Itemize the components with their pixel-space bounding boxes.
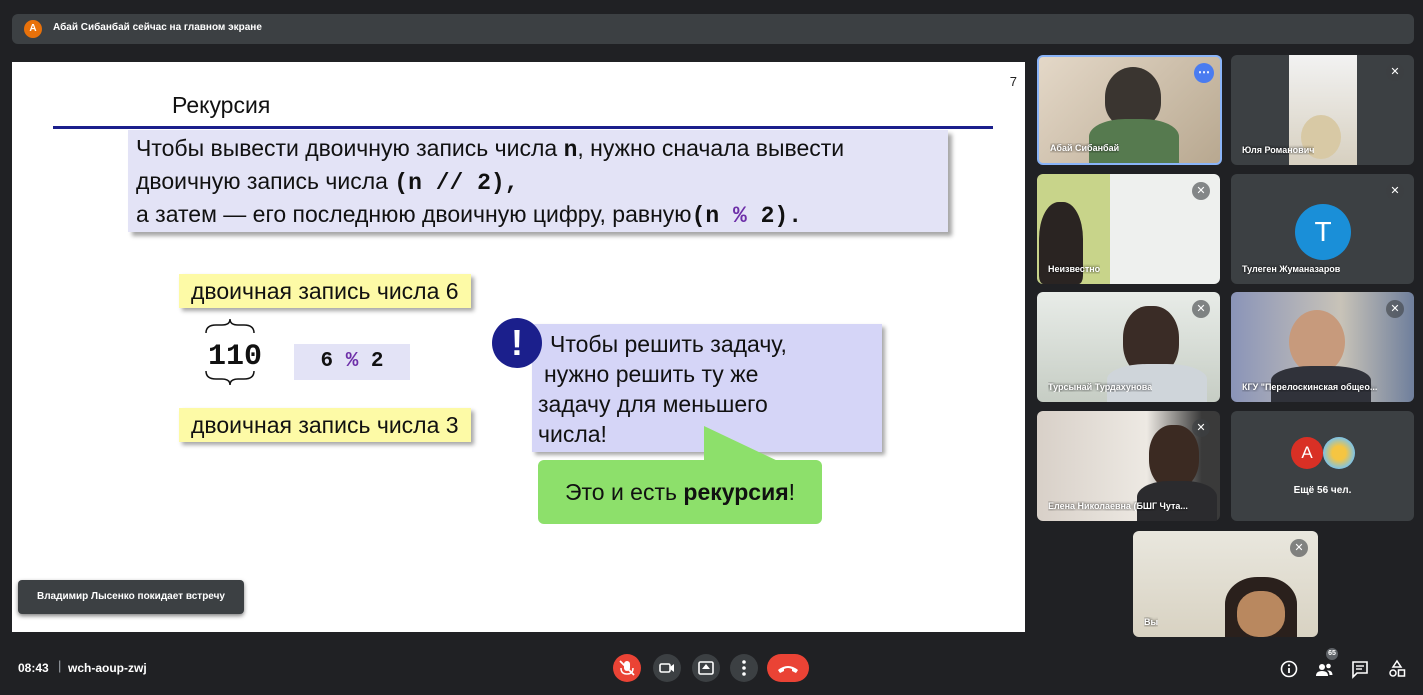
recursion-text: ! (788, 479, 796, 505)
mic-off-icon: ✕ (1192, 182, 1210, 200)
mic-off-icon: ✕ (1386, 300, 1404, 318)
rule-box: Чтобы вывести двоичную запись числа n, н… (128, 130, 948, 232)
title-underline (53, 126, 993, 129)
presented-slide: 7 Рекурсия Чтобы вывести двоичную запись… (12, 62, 1025, 632)
participant-tile[interactable]: ✕ Турсынай Турдахунова (1037, 292, 1220, 402)
recursion-word: рекурсия (683, 479, 789, 505)
participant-tile[interactable]: ✕ Неизвестно (1037, 174, 1220, 284)
callout-line-1: Чтобы решить задачу, (550, 331, 787, 357)
presenter-avatar: А (24, 20, 42, 38)
mic-off-icon (619, 660, 635, 676)
rule-text: Чтобы вывести двоичную запись числа (136, 135, 564, 161)
participant-avatar: А (1291, 437, 1323, 469)
present-icon (698, 661, 714, 675)
self-view-tile[interactable]: ✕ Вы (1133, 531, 1318, 637)
rule-text: . (788, 203, 803, 229)
activities-button[interactable] (1386, 658, 1408, 680)
more-icon (742, 660, 746, 676)
camera-icon (659, 663, 674, 673)
mic-toggle-button[interactable] (613, 654, 641, 682)
presentation-banner-text: Абай Сибанбай сейчас на главном экране (53, 22, 262, 33)
exclamation-icon: ! (492, 318, 542, 368)
rule-text: двоичную запись числа (136, 168, 395, 194)
callout-line-2: нужно решить ту же (544, 361, 759, 387)
slide-number: 7 (1009, 74, 1017, 89)
more-participants-label: Ещё 56 чел. (1293, 485, 1352, 496)
participant-tile[interactable]: ✕ КГУ "Перелоскинская общео... (1231, 292, 1414, 402)
participant-tile[interactable]: ⋯ Абай Сибанбай (1037, 55, 1222, 165)
participant-name: КГУ "Перелоскинская общео... (1242, 382, 1378, 392)
people-icon (1316, 663, 1333, 676)
label-binary-six: двоичная запись числа 6 (179, 274, 471, 308)
participant-name: Вы (1144, 617, 1159, 627)
rule-text: , нужно сначала вывести (577, 135, 845, 161)
callout-line-3: задачу для меньшего (538, 391, 768, 417)
label-binary-three: двоичная запись числа 3 (179, 408, 471, 442)
mod-expression: 6 % 2 (294, 344, 410, 380)
participant-video (1105, 67, 1161, 127)
activities-icon (1389, 659, 1406, 677)
camera-toggle-button[interactable] (653, 654, 681, 682)
participant-avatar-image (1323, 437, 1355, 469)
rule-line-3: а затем — его последнюю двоичную цифру, … (128, 199, 948, 232)
mic-off-icon: ✕ (1386, 63, 1404, 81)
code-n-div-2: (n // 2) (394, 170, 505, 196)
code-percent: % (732, 203, 747, 229)
recursion-text: Это и есть (564, 479, 684, 505)
mic-off-icon: ✕ (1290, 539, 1308, 557)
chat-button[interactable] (1349, 658, 1371, 680)
leave-notification: Владимир Лысенко покидает встречу (18, 580, 244, 614)
recursion-box: Это и есть рекурсия! (538, 460, 822, 524)
meeting-code: wch-aoup-zwj (68, 661, 147, 675)
participant-video (1289, 310, 1345, 374)
participant-name: Юля Романович (1242, 145, 1315, 155)
footer-divider: | (58, 658, 62, 673)
meeting-time: 08:43 (18, 661, 49, 675)
mod-text: 6 (320, 350, 346, 373)
participant-tile[interactable]: ✕ Елена Николаевна (БШГ Чута... (1037, 411, 1220, 521)
mic-off-icon: ✕ (1192, 300, 1210, 318)
mic-off-icon: ✕ (1386, 182, 1404, 200)
participant-video (1237, 591, 1285, 637)
rule-line-1: Чтобы вывести двоичную запись числа n, н… (128, 130, 948, 166)
participant-avatar: T (1295, 204, 1351, 260)
hangup-icon (778, 666, 798, 673)
mic-off-icon: ✕ (1192, 419, 1210, 437)
participant-video (1089, 119, 1179, 163)
participant-name: Абай Сибанбай (1050, 143, 1120, 153)
participant-tile[interactable]: T ✕ Тулеген Жуманазаров (1231, 174, 1414, 284)
participant-video (1149, 425, 1199, 489)
participant-name: Турсынай Турдахунова (1048, 382, 1153, 392)
binary-number: 110 (208, 340, 263, 374)
rule-line-2: двоичную запись числа (n // 2), (128, 166, 948, 199)
rule-text: , (504, 170, 519, 196)
participant-name: Тулеген Жуманазаров (1242, 264, 1341, 274)
code-n-mod-2: (n (691, 203, 733, 229)
chat-icon (1352, 661, 1368, 679)
more-options-icon[interactable]: ⋯ (1194, 63, 1214, 83)
more-participants-tile[interactable]: А Ещё 56 чел. (1231, 411, 1414, 521)
slide-title: Рекурсия (172, 92, 271, 118)
rule-text: а затем — его последнюю двоичную цифру, … (136, 201, 692, 227)
participants-button[interactable] (1313, 658, 1335, 680)
code-n: n (563, 137, 578, 163)
mod-percent: % (345, 350, 359, 373)
meeting-info-button[interactable] (1278, 658, 1300, 680)
code-n-mod-2: 2) (746, 203, 789, 229)
mod-text: 2 (358, 350, 384, 373)
present-button[interactable] (692, 654, 720, 682)
leave-call-button[interactable] (767, 654, 809, 682)
more-options-button[interactable] (730, 654, 758, 682)
participant-count-badge: 65 (1326, 648, 1338, 660)
participant-tile[interactable]: ✕ Юля Романович (1231, 55, 1414, 165)
info-icon (1280, 660, 1298, 678)
participant-name: Елена Николаевна (БШГ Чута... (1048, 501, 1188, 511)
green-callout-tail (704, 426, 780, 462)
participant-name: Неизвестно (1048, 264, 1101, 274)
